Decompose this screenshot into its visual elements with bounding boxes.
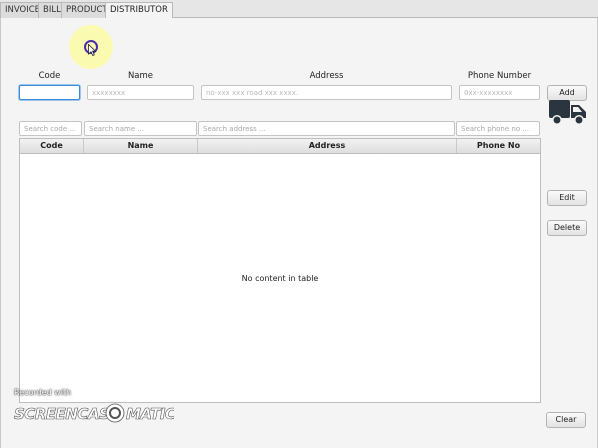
search-phone-input[interactable] [456,121,540,136]
recording-watermark: Recorded with SCREENCAST MATIC [14,388,174,423]
search-address-input[interactable] [198,121,455,136]
svg-text:SCREENCAST: SCREENCAST [14,405,121,423]
column-header-address[interactable]: Address [198,139,457,153]
distributor-table[interactable]: Code Name Address Phone No No content in… [19,138,541,403]
name-input[interactable] [87,85,194,100]
table-header: Code Name Address Phone No [20,139,540,154]
phone-input[interactable] [459,85,540,100]
screencast-o-matic-logo: SCREENCAST MATIC [14,403,174,423]
clear-button[interactable]: Clear [546,412,586,428]
address-label: Address [309,71,344,81]
search-name-input[interactable] [84,121,197,136]
phone-label: Phone Number [467,71,532,81]
tab-distributor[interactable]: DISTRIBUTOR [105,2,173,19]
mouse-pointer-icon [88,44,96,56]
code-input[interactable] [19,85,80,100]
truck-icon [549,100,586,125]
code-label: Code [38,71,61,81]
delete-button[interactable]: Delete [547,220,587,236]
address-input[interactable] [201,85,452,100]
svg-text:MATIC: MATIC [126,405,174,423]
search-code-input[interactable] [19,121,82,136]
column-header-phone[interactable]: Phone No [457,139,540,153]
tab-bar: INVOICE BILL PRODUCT DISTRIBUTOR [0,0,598,19]
column-header-code[interactable]: Code [20,139,84,153]
column-header-name[interactable]: Name [84,139,198,153]
edit-button[interactable]: Edit [547,190,587,206]
watermark-recorded-with: Recorded with [14,388,72,397]
empty-table-message: No content in table [241,274,319,283]
name-label: Name [127,71,154,81]
